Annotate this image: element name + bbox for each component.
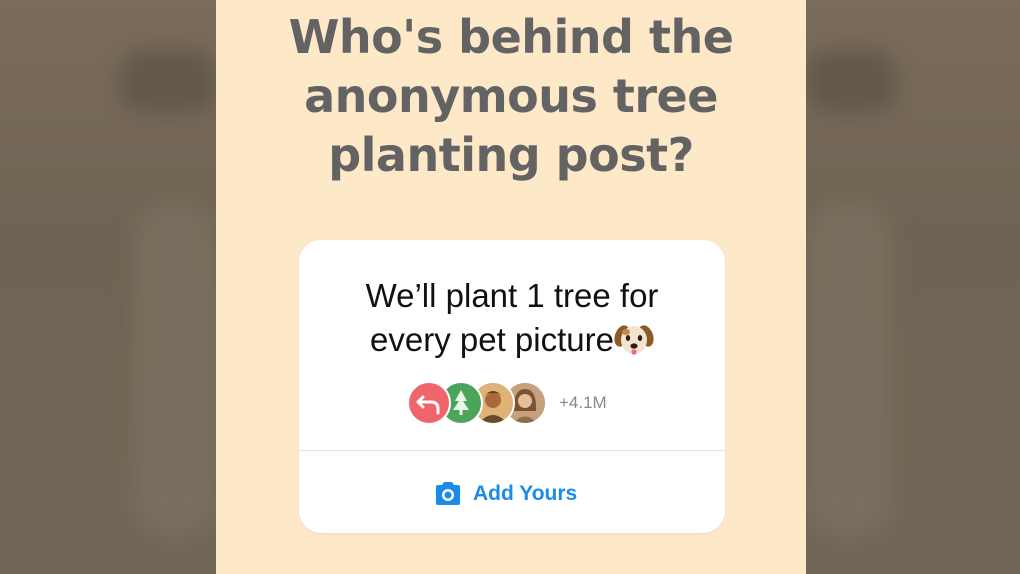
sticker-prompt: We’ll plant 1 tree for every pet picture (299, 274, 725, 362)
reshare-avatar (407, 381, 451, 425)
dog-face-icon (614, 325, 654, 355)
add-yours-label: Add Yours (473, 482, 578, 505)
sticker-divider (299, 450, 725, 451)
reply-arrow-icon (416, 395, 440, 415)
camera-icon (436, 482, 460, 505)
add-yours-button[interactable]: Add Yours (433, 478, 577, 510)
headline-line-2: anonymous tree (304, 69, 718, 123)
prompt-line-1: We’ll plant 1 tree for (365, 277, 659, 314)
participant-avatars[interactable]: +4.1M (407, 381, 607, 425)
headline: Who's behind the anonymous tree planting… (216, 8, 806, 185)
blurred-backdrop-right (806, 0, 1020, 574)
screenshot-stage: Who's behind the anonymous tree planting… (0, 0, 1020, 574)
blurred-backdrop-left (0, 0, 216, 574)
blurred-card-right (806, 205, 891, 535)
story-panel: Who's behind the anonymous tree planting… (216, 0, 806, 574)
prompt-line-2: every pet picture (370, 321, 614, 358)
headline-line-1: Who's behind the (288, 10, 734, 64)
blurred-headline-right (806, 50, 896, 112)
participant-count: +4.1M (559, 393, 607, 412)
blurred-card-left (135, 205, 216, 535)
blurred-headline-left (120, 50, 216, 112)
headline-line-3: planting post? (328, 128, 694, 182)
add-yours-sticker[interactable]: We’ll plant 1 tree for every pet picture (299, 240, 725, 533)
